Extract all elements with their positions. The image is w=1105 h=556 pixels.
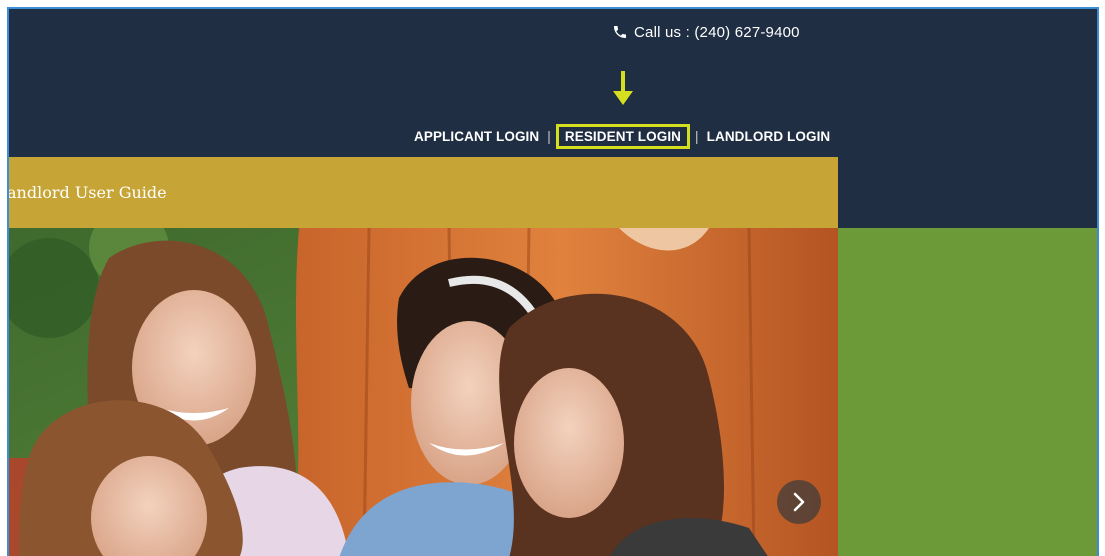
applicant-login-link[interactable]: APPLICANT LOGIN [412, 129, 541, 144]
resident-login-link[interactable]: RESIDENT LOGIN [555, 123, 691, 149]
banner-title: andlord User Guide [7, 183, 167, 202]
carousel-next-button[interactable] [777, 480, 821, 524]
hero-image [9, 228, 838, 556]
chevron-right-icon [793, 492, 805, 512]
green-side-panel [838, 228, 1097, 556]
phone-icon [614, 26, 626, 38]
call-us[interactable]: Call us : (240) 627-9400 [612, 20, 800, 44]
hero-photo [9, 228, 838, 556]
nav-separator: | [547, 128, 551, 144]
login-nav: APPLICANT LOGIN | RESIDENT LOGIN | LANDL… [412, 123, 832, 149]
arrow-down-icon [613, 71, 633, 105]
page-frame: Call us : (240) 627-9400 APPLICANT LOGIN… [7, 7, 1099, 556]
landlord-login-link[interactable]: LANDLORD LOGIN [705, 129, 833, 144]
call-us-text: Call us : (240) 627-9400 [634, 23, 800, 41]
nav-separator: | [695, 128, 699, 144]
landlord-guide-banner[interactable]: andlord User Guide [9, 157, 838, 228]
